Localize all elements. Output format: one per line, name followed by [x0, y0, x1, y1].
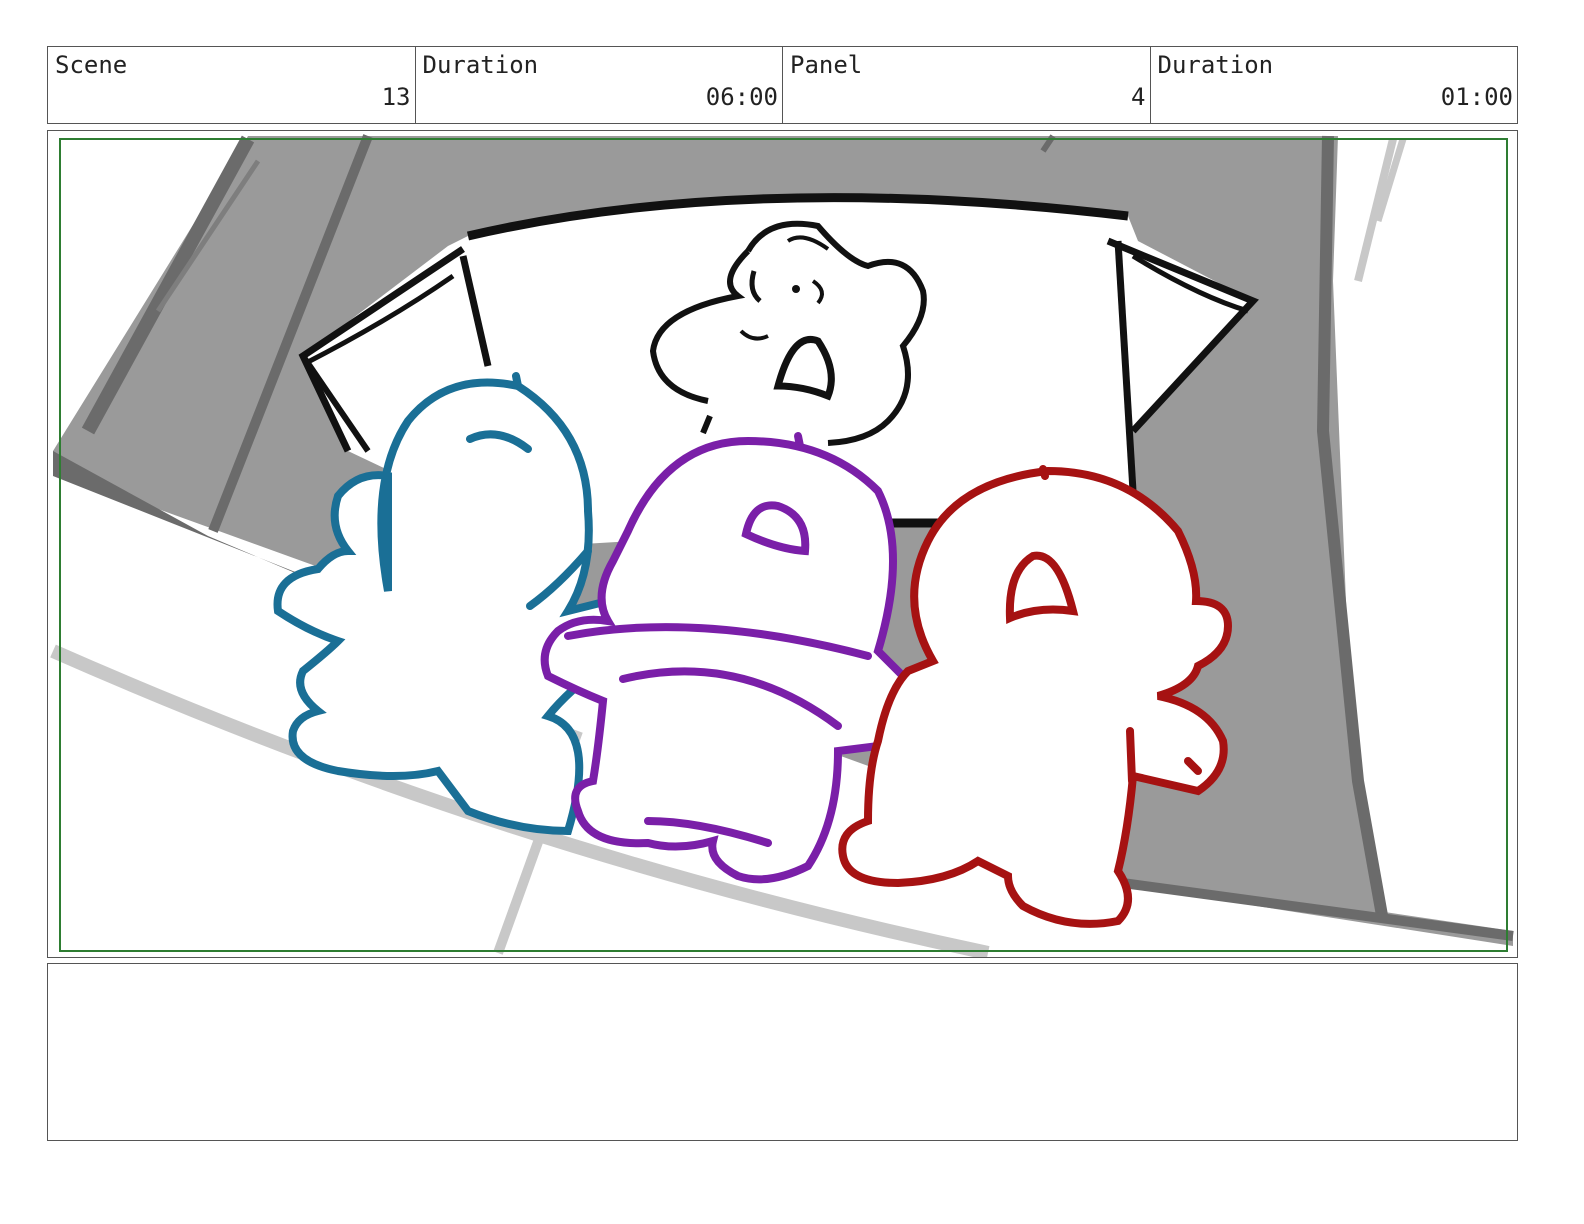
- scene-cell: Scene 13: [48, 47, 416, 123]
- panel-duration-value: 01:00: [1440, 83, 1513, 111]
- scene-duration-label: Duration: [422, 51, 539, 79]
- scene-label: Scene: [55, 51, 128, 79]
- notes-box: [47, 963, 1518, 1141]
- scene-number: 13: [381, 83, 411, 111]
- panel-cell: Panel 4: [783, 47, 1151, 123]
- panel-duration-label: Duration: [1157, 51, 1274, 79]
- panel-label: Panel: [790, 51, 863, 79]
- storyboard-header: Scene 13 Duration 06:00 Panel 4 Duration…: [47, 46, 1518, 124]
- scene-duration-cell: Duration 06:00: [416, 47, 783, 123]
- panel-duration-cell: Duration 01:00: [1151, 47, 1518, 123]
- panel-number: 4: [1131, 83, 1146, 111]
- storyboard-panel: [47, 130, 1518, 958]
- panel-drawing: [50, 134, 1514, 957]
- scene-duration-value: 06:00: [705, 83, 778, 111]
